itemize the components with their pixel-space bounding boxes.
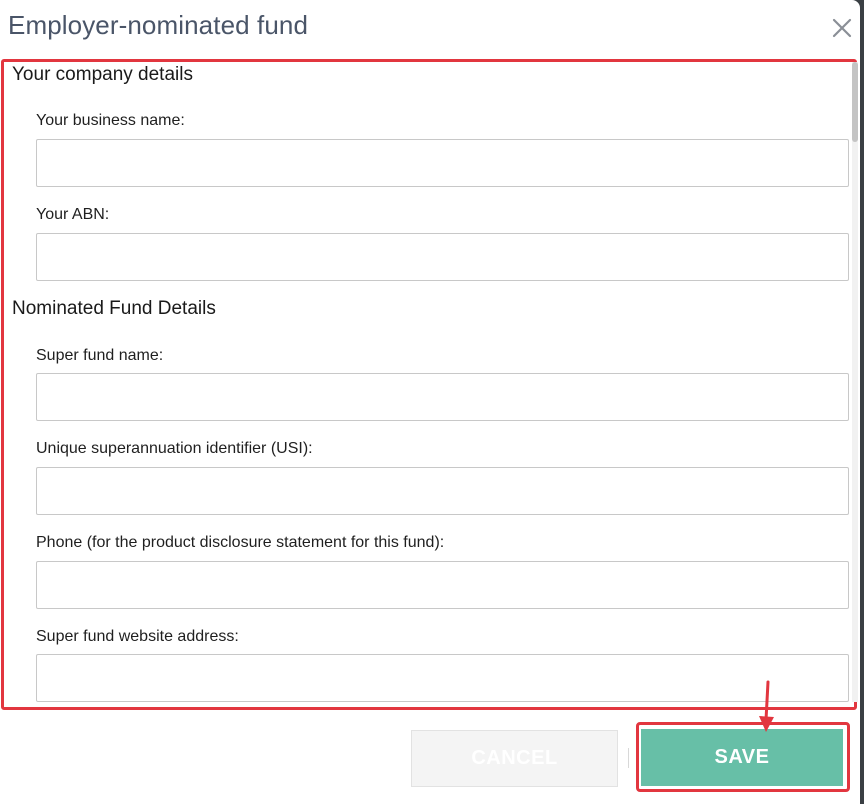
save-button[interactable]: SAVE bbox=[641, 729, 843, 786]
arrow-down-icon bbox=[759, 680, 774, 732]
business-name-input[interactable] bbox=[36, 139, 849, 187]
business-name-label: Your business name: bbox=[36, 112, 185, 129]
form-scrollbar-track[interactable] bbox=[852, 62, 858, 702]
form-scrollbar-thumb[interactable] bbox=[852, 62, 858, 142]
fund-section-title: Nominated Fund Details bbox=[12, 298, 216, 319]
cancel-button[interactable]: CANCEL bbox=[411, 730, 618, 787]
phone-input[interactable] bbox=[36, 561, 849, 609]
website-label: Super fund website address: bbox=[36, 628, 239, 645]
abn-label: Your ABN: bbox=[36, 206, 110, 223]
abn-input[interactable] bbox=[36, 233, 849, 281]
usi-label: Unique superannuation identifier (USI): bbox=[36, 440, 313, 457]
phone-label: Phone (for the product disclosure statem… bbox=[36, 534, 445, 551]
super-fund-name-input[interactable] bbox=[36, 373, 849, 421]
close-icon[interactable] bbox=[829, 15, 855, 41]
close-icon-glyph bbox=[832, 18, 852, 38]
dialog-title: Employer-nominated fund bbox=[8, 10, 309, 40]
button-divider bbox=[628, 748, 629, 768]
website-input[interactable] bbox=[36, 654, 849, 702]
employer-nominated-fund-dialog: Employer-nominated fund Your company det… bbox=[0, 0, 860, 804]
usi-input[interactable] bbox=[36, 467, 849, 515]
company-section-title: Your company details bbox=[12, 64, 193, 85]
super-fund-name-label: Super fund name: bbox=[36, 347, 164, 364]
